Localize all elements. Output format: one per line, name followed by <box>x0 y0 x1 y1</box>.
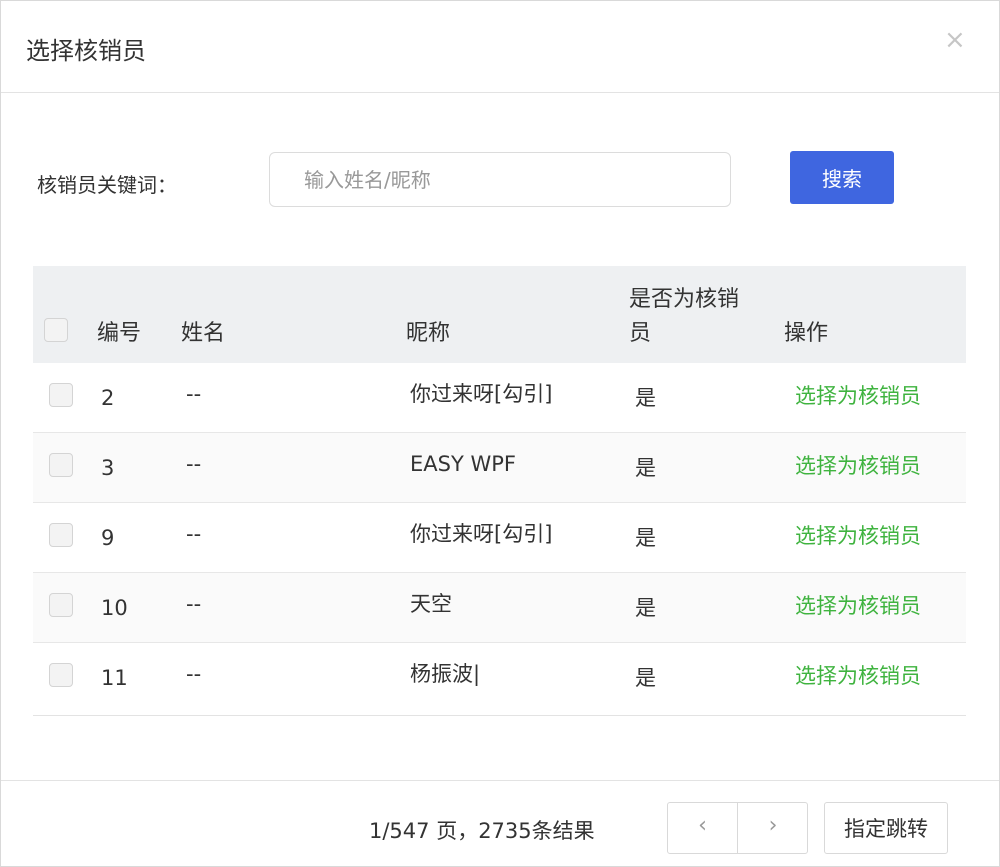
select-as-verifier-link[interactable]: 选择为核销员 <box>795 521 921 551</box>
cell-nickname: 天空 <box>410 592 452 616</box>
select-verifier-dialog: 选择核销员 × 核销员关键词： 搜索 编号 姓名 昵称 是否为核销 员 操作 2… <box>0 0 1000 867</box>
cell-id: 3 <box>101 456 115 480</box>
header-is-verifier-line2: 员 <box>629 321 652 346</box>
header-name: 姓名 <box>181 321 226 346</box>
table-row: 10 -- 天空 是 选择为核销员 <box>33 573 966 643</box>
pager: ‹ › <box>667 802 808 854</box>
cell-name: -- <box>186 452 202 476</box>
pagination-info: 1/547 页，2735条结果 <box>369 819 595 843</box>
cell-nickname: 你过来呀[勾引] <box>410 382 553 406</box>
table-row: 11 -- 杨振波| 是 选择为核销员 <box>33 643 966 713</box>
table-row: 9 -- 你过来呀[勾引] 是 选择为核销员 <box>33 503 966 573</box>
header-id: 编号 <box>97 321 142 346</box>
row-checkbox[interactable] <box>49 593 73 617</box>
table-header: 编号 姓名 昵称 是否为核销 员 操作 <box>33 266 966 363</box>
select-as-verifier-link[interactable]: 选择为核销员 <box>795 661 921 691</box>
cell-is-verifier: 是 <box>635 386 656 410</box>
search-input[interactable] <box>269 152 731 207</box>
cell-is-verifier: 是 <box>635 666 656 690</box>
select-as-verifier-link[interactable]: 选择为核销员 <box>795 591 921 621</box>
row-checkbox[interactable] <box>49 453 73 477</box>
header-is-verifier-line1: 是否为核销 <box>629 287 740 312</box>
cell-name: -- <box>186 522 202 546</box>
cell-name: -- <box>186 662 202 686</box>
close-icon[interactable]: × <box>944 25 966 55</box>
header-action: 操作 <box>784 321 829 346</box>
row-checkbox[interactable] <box>49 663 73 687</box>
row-checkbox[interactable] <box>49 523 73 547</box>
dialog-title: 选择核销员 <box>26 37 146 65</box>
cell-nickname: 杨振波| <box>410 662 481 686</box>
cell-nickname: 你过来呀[勾引] <box>410 522 553 546</box>
cell-is-verifier: 是 <box>635 596 656 620</box>
select-as-verifier-link[interactable]: 选择为核销员 <box>795 381 921 411</box>
cell-id: 10 <box>101 596 128 620</box>
select-all-checkbox[interactable] <box>44 318 68 342</box>
table-row: 3 -- EASY WPF 是 选择为核销员 <box>33 433 966 503</box>
header-nickname: 昵称 <box>406 321 451 346</box>
cell-is-verifier: 是 <box>635 526 656 550</box>
cell-is-verifier: 是 <box>635 456 656 480</box>
cell-id: 2 <box>101 386 115 410</box>
verifier-table: 编号 姓名 昵称 是否为核销 员 操作 2 -- 你过来呀[勾引] 是 选择为核… <box>33 266 966 716</box>
jump-to-page-button[interactable]: 指定跳转 <box>824 802 948 854</box>
cell-nickname: EASY WPF <box>410 452 516 476</box>
table-row: 2 -- 你过来呀[勾引] 是 选择为核销员 <box>33 363 966 433</box>
search-label: 核销员关键词： <box>37 173 177 197</box>
dialog-footer: 1/547 页，2735条结果 ‹ › 指定跳转 <box>1 780 999 867</box>
search-button[interactable]: 搜索 <box>790 151 894 204</box>
chevron-right-icon[interactable]: › <box>738 803 808 853</box>
row-checkbox[interactable] <box>49 383 73 407</box>
select-as-verifier-link[interactable]: 选择为核销员 <box>795 451 921 481</box>
cell-name: -- <box>186 592 202 616</box>
dialog-header: 选择核销员 × <box>1 1 999 93</box>
cell-id: 11 <box>101 666 128 690</box>
chevron-left-icon[interactable]: ‹ <box>668 803 738 853</box>
cell-id: 9 <box>101 526 115 550</box>
cell-name: -- <box>186 382 202 406</box>
